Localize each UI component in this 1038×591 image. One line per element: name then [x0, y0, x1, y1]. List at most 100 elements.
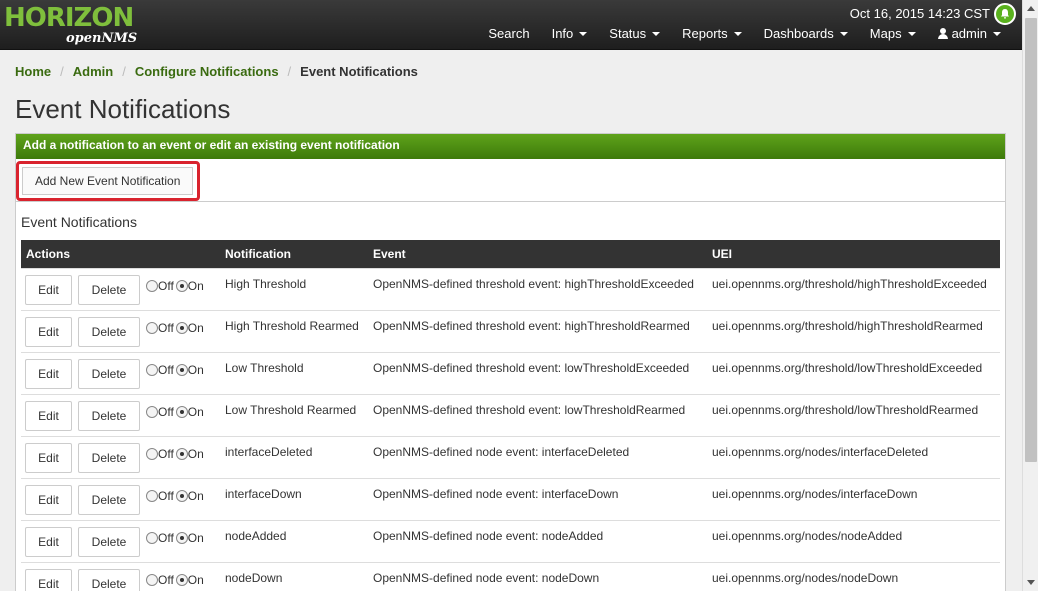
cell-notification: interfaceDeleted — [220, 435, 368, 478]
on-radio[interactable] — [175, 447, 188, 460]
edit-button[interactable]: Edit — [25, 400, 72, 431]
cell-notification: Low Threshold — [220, 351, 368, 394]
off-radio[interactable] — [146, 321, 158, 334]
cell-uei: uei.opennms.org/nodes/interfaceDeleted — [707, 435, 1000, 478]
on-radio[interactable] — [175, 489, 188, 502]
on-radio[interactable] — [175, 573, 188, 586]
edit-button[interactable]: Edit — [25, 358, 72, 389]
edit-button[interactable]: Edit — [25, 526, 72, 557]
section-title: Event Notifications — [21, 214, 137, 230]
cell-event: OpenNMS-defined threshold event: highThr… — [368, 267, 707, 310]
column-header-uei: UEI — [707, 240, 1000, 268]
caret-down-icon — [907, 31, 916, 36]
delete-button[interactable]: Delete — [78, 274, 140, 305]
on-radio[interactable] — [175, 531, 188, 544]
row-actions: Edit Delete Off On — [21, 351, 220, 394]
status-toggle: Off On — [146, 363, 206, 377]
cell-uei: uei.opennms.org/nodes/nodeDown — [707, 561, 1000, 591]
table-row: Edit Delete Off On interfaceDown OpenNMS-defi… — [21, 477, 1000, 520]
off-label: Off — [158, 320, 174, 335]
scroll-up-arrow-icon[interactable] — [1027, 6, 1035, 11]
caret-down-icon — [733, 31, 742, 36]
delete-button[interactable]: Delete — [78, 358, 140, 389]
row-actions: Edit Delete Off On — [21, 309, 220, 352]
bell-icon[interactable] — [994, 3, 1016, 25]
on-radio[interactable] — [175, 405, 188, 418]
delete-button[interactable]: Delete — [78, 400, 140, 431]
on-radio[interactable] — [175, 321, 188, 334]
off-radio[interactable] — [146, 573, 158, 586]
off-radio[interactable] — [146, 489, 158, 502]
logo-wordmark: HORIZON — [4, 3, 134, 33]
breadcrumb-home[interactable]: Home — [15, 64, 51, 79]
off-radio[interactable] — [146, 531, 158, 544]
cell-uei: uei.opennms.org/nodes/nodeAdded — [707, 519, 1000, 562]
on-label: On — [187, 446, 204, 461]
breadcrumb-configure-notifications[interactable]: Configure Notifications — [135, 64, 279, 79]
edit-button[interactable]: Edit — [25, 568, 72, 591]
page-scrollbar[interactable] — [1022, 0, 1038, 591]
off-label: Off — [158, 488, 174, 503]
event-notifications-table: Actions Notification Event UEI Edit Delet… — [21, 240, 1000, 591]
delete-button[interactable]: Delete — [78, 568, 140, 591]
edit-button[interactable]: Edit — [25, 484, 72, 515]
opennms-horizon-logo[interactable]: HORIZON openNMS — [4, 3, 137, 46]
on-label: On — [187, 278, 204, 293]
row-actions: Edit Delete Off On — [21, 393, 220, 436]
top-navbar: HORIZON openNMS Oct 16, 2015 14:23 CST S… — [0, 0, 1022, 50]
edit-button[interactable]: Edit — [25, 442, 72, 473]
scroll-down-arrow-icon[interactable] — [1027, 580, 1035, 585]
on-radio[interactable] — [175, 279, 188, 292]
off-radio[interactable] — [146, 447, 158, 460]
off-label: Off — [158, 530, 174, 545]
delete-button[interactable]: Delete — [78, 484, 140, 515]
nav-search[interactable]: Search — [477, 24, 540, 43]
on-label: On — [187, 488, 204, 503]
status-toggle: Off On — [146, 489, 206, 503]
off-label: Off — [158, 572, 174, 587]
delete-button[interactable]: Delete — [78, 526, 140, 557]
off-label: Off — [158, 362, 174, 377]
nav-user-menu[interactable]: admin — [927, 24, 1012, 43]
nav-status[interactable]: Status — [598, 24, 671, 43]
status-toggle: Off On — [146, 447, 206, 461]
column-header-actions: Actions — [21, 240, 220, 268]
on-label: On — [187, 320, 204, 335]
nav-reports[interactable]: Reports — [671, 24, 753, 43]
add-new-event-notification-button[interactable]: Add New Event Notification — [22, 167, 194, 195]
cell-uei: uei.opennms.org/threshold/lowThresholdEx… — [707, 351, 1000, 394]
on-radio[interactable] — [175, 363, 188, 376]
cell-event: OpenNMS-defined node event: nodeAdded — [368, 519, 707, 562]
nav-dashboards[interactable]: Dashboards — [753, 24, 859, 43]
delete-button[interactable]: Delete — [78, 316, 140, 347]
delete-button[interactable]: Delete — [78, 442, 140, 473]
off-label: Off — [158, 446, 174, 461]
on-label: On — [187, 404, 204, 419]
on-label: On — [187, 572, 204, 587]
cell-notification: Low Threshold Rearmed — [220, 393, 368, 436]
off-radio[interactable] — [146, 405, 158, 418]
cell-notification: High Threshold Rearmed — [220, 309, 368, 352]
breadcrumb-admin[interactable]: Admin — [73, 64, 113, 79]
nav-info[interactable]: Info — [541, 24, 599, 43]
table-row: Edit Delete Off On interfaceDeleted OpenNMS-d… — [21, 435, 1000, 478]
table-row: Edit Delete Off On High Threshold OpenNMS-def… — [21, 267, 1000, 310]
table-header-row: Actions Notification Event UEI — [21, 240, 1000, 268]
caret-down-icon — [579, 31, 588, 36]
cell-notification: nodeAdded — [220, 519, 368, 562]
off-radio[interactable] — [146, 279, 158, 292]
edit-button[interactable]: Edit — [25, 274, 72, 305]
page-title: Event Notifications — [15, 94, 231, 124]
scroll-thumb[interactable] — [1025, 18, 1037, 462]
row-actions: Edit Delete Off On — [21, 267, 220, 310]
table-row: Edit Delete Off On nodeAdded OpenNMS-defined … — [21, 519, 1000, 562]
main-nav: Search Info Status Reports Dashboards Ma… — [477, 24, 1012, 43]
cell-uei: uei.opennms.org/nodes/interfaceDown — [707, 477, 1000, 520]
off-label: Off — [158, 404, 174, 419]
edit-button[interactable]: Edit — [25, 316, 72, 347]
nav-maps[interactable]: Maps — [859, 24, 927, 43]
panel-heading: Add a notification to an event or edit a… — [16, 134, 1005, 159]
off-radio[interactable] — [146, 363, 158, 376]
caret-down-icon — [839, 31, 848, 36]
status-toggle: Off On — [146, 531, 206, 545]
